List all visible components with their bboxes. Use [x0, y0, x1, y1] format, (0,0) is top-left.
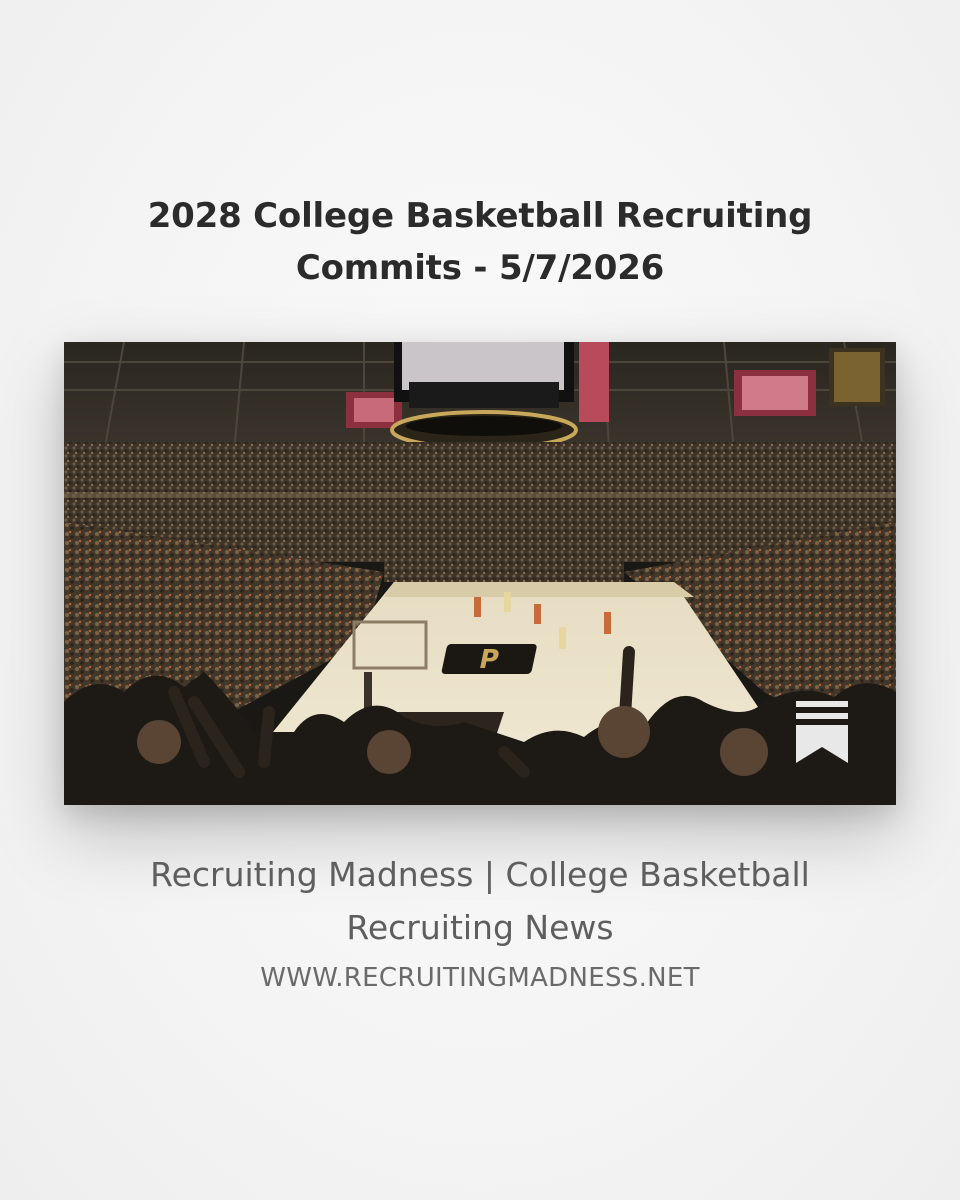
source-name[interactable]: Recruiting Madness | College Basketball …	[80, 848, 880, 954]
arena-illustration: P	[64, 342, 896, 805]
post-title: 2028 College Basketball Recruiting Commi…	[147, 196, 813, 288]
source-url[interactable]: WWW.RECRUITINGMADNESS.NET	[80, 958, 880, 998]
bookmark-icon[interactable]	[796, 701, 848, 763]
article-image[interactable]: P	[64, 342, 896, 805]
